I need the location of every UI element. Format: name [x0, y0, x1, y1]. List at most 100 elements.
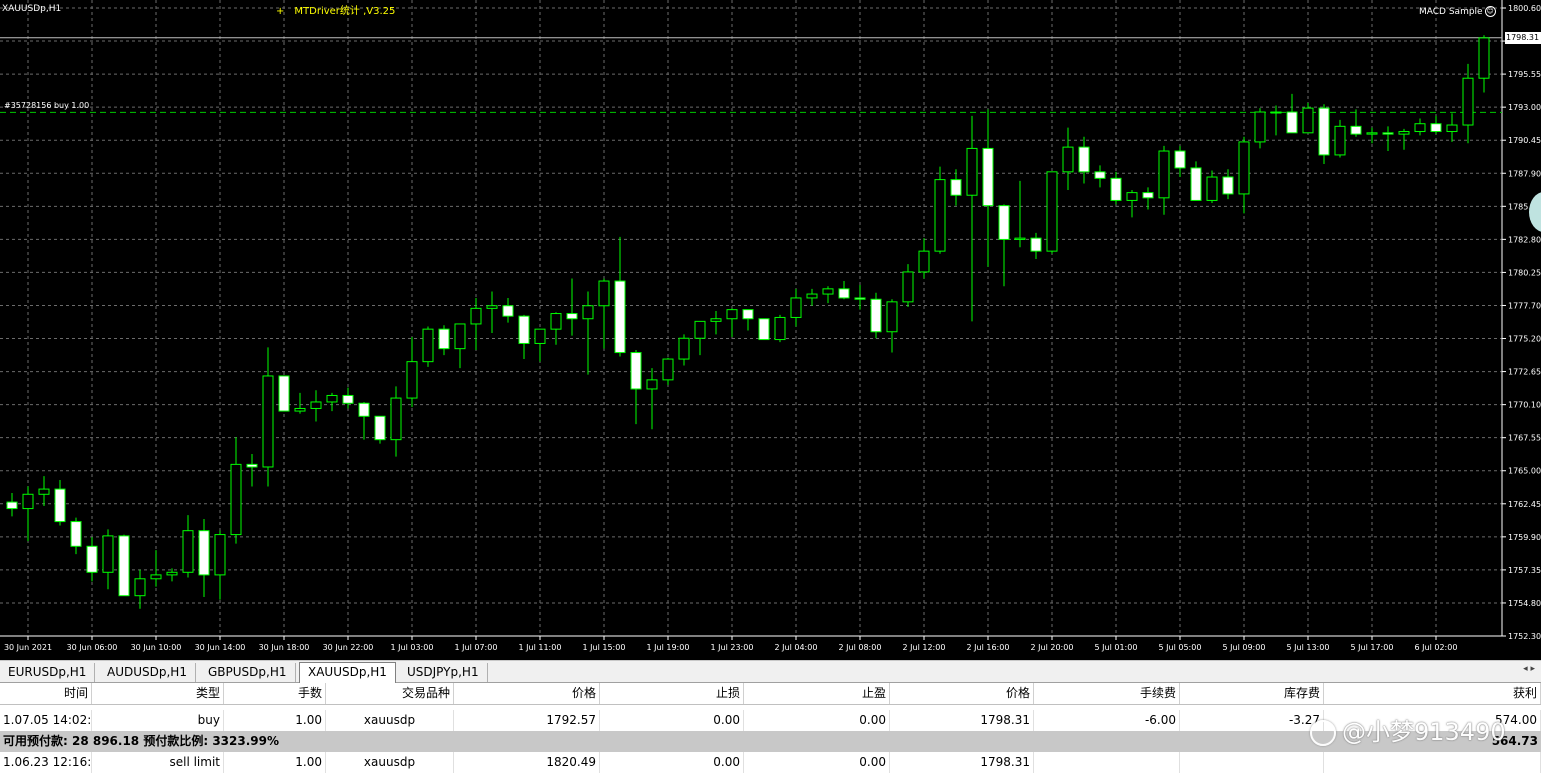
candle-body [934, 179, 946, 252]
cell-type: buy [92, 710, 224, 731]
tab-gbpusdp[interactable]: GBPUSDp,H1 [200, 663, 296, 682]
candle-body [326, 394, 338, 403]
candle-body [598, 280, 610, 307]
candle-body [470, 307, 482, 325]
cell-takeprofit: 0.00 [744, 752, 890, 773]
candle-body [1046, 171, 1058, 252]
col-time[interactable]: 时间 [0, 683, 92, 704]
price-axis-label: 1762.45 [1508, 500, 1541, 509]
tab-xauusdp[interactable]: XAUUSDp,H1 [299, 662, 396, 684]
chart-symbol-label: XAUUSDp,H1 [2, 4, 62, 14]
time-axis-label: 30 Jun 14:00 [195, 643, 246, 652]
price-axis-label: 1795.55 [1508, 70, 1541, 79]
macd-sample-text: MACD Sample [1419, 7, 1483, 17]
time-axis-label: 30 Jun 06:00 [67, 643, 118, 652]
time-axis-label: 1 Jul 11:00 [519, 643, 562, 652]
candle-body [710, 318, 722, 322]
candle-body [182, 530, 194, 573]
candle-body [774, 316, 786, 341]
cell-time: 1.07.05 14:02:12 [0, 710, 92, 731]
time-axis-label: 30 Jun 2021 [4, 643, 52, 652]
candle-body [1254, 111, 1266, 143]
price-axis-label: 1790.45 [1508, 136, 1541, 145]
price-axis-label: 1780.25 [1508, 268, 1541, 277]
candle-body [246, 463, 258, 468]
cell-symbol: xauusdp [326, 752, 454, 773]
cell-commission: -6.00 [1034, 710, 1180, 731]
watermark: @小梦913490 [1310, 712, 1506, 747]
col-type[interactable]: 类型 [92, 683, 224, 704]
cell-type: sell limit [92, 752, 224, 773]
col-stoploss[interactable]: 止损 [600, 683, 744, 704]
candle-body [614, 280, 626, 354]
cell-commission [1034, 752, 1180, 773]
macd-sample-label[interactable]: MACD Sample ☺ [1419, 6, 1496, 17]
candle-body [1334, 125, 1346, 156]
candle-body [1014, 237, 1026, 240]
candle-body [278, 375, 290, 412]
candle-body [118, 535, 130, 597]
col-current-price[interactable]: 价格 [890, 683, 1034, 704]
col-profit[interactable]: 获利 [1324, 683, 1541, 704]
candle-body [550, 313, 562, 330]
candle-body [1174, 150, 1186, 169]
candle-body [998, 205, 1010, 240]
tab-scroll-arrows-icon[interactable]: ◂ ▸ [1523, 664, 1535, 674]
candle-body [486, 305, 498, 309]
candle-body [1222, 176, 1234, 195]
candle-body [1094, 171, 1106, 179]
cell-lots: 1.00 [224, 710, 326, 731]
cell-takeprofit: 0.00 [744, 710, 890, 731]
table-header: 时间 类型 手数 交易品种 价格 止损 止盈 价格 手续费 库存费 获利 [0, 683, 1541, 705]
candle-body [1078, 146, 1090, 173]
time-axis-label: 6 Jul 02:00 [1415, 643, 1458, 652]
price-axis-label: 1775.20 [1508, 335, 1541, 344]
cell-current-price: 1798.31 [890, 710, 1034, 731]
candlestick-chart[interactable]: 1800.601797.901795.551793.001790.451787.… [0, 0, 1541, 660]
candle-body [982, 147, 994, 207]
cell-stoploss: 0.00 [600, 710, 744, 731]
tab-usdjpyp[interactable]: USDJPYp,H1 [399, 663, 488, 682]
time-axis-label: 2 Jul 20:00 [1031, 643, 1074, 652]
time-axis-label: 30 Jun 22:00 [323, 643, 374, 652]
col-lots[interactable]: 手数 [224, 683, 326, 704]
cell-stoploss: 0.00 [600, 752, 744, 773]
candle-body [374, 415, 386, 441]
candle-body [1366, 132, 1378, 135]
col-commission[interactable]: 手续费 [1034, 683, 1180, 704]
price-axis-label: 1765.00 [1508, 467, 1541, 476]
table-row[interactable]: 1.06.23 12:16:43 sell limit 1.00 xauusdp… [0, 752, 1541, 773]
ea-name: MTDriver统计 ,V3.25 [294, 6, 396, 17]
candle-body [534, 328, 546, 344]
candle-body [390, 397, 402, 441]
time-axis-label: 5 Jul 05:00 [1159, 643, 1202, 652]
candle-body [70, 521, 82, 547]
candle-body [102, 535, 114, 573]
cell-lots: 1.00 [224, 752, 326, 773]
time-axis-label: 1 Jul 07:00 [455, 643, 498, 652]
candle-body [1190, 167, 1202, 201]
candle-body [502, 305, 514, 317]
col-swap[interactable]: 库存费 [1180, 683, 1324, 704]
price-axis-label: 1757.35 [1508, 566, 1541, 575]
candle-body [406, 361, 418, 399]
chart-area[interactable]: 1800.601797.901795.551793.001790.451787.… [0, 0, 1541, 660]
candle-body [214, 534, 226, 576]
col-symbol[interactable]: 交易品种 [326, 683, 454, 704]
candle-body [1478, 37, 1490, 79]
candle-body [1062, 146, 1074, 173]
tab-audusdp[interactable]: AUDUSDp,H1 [99, 663, 196, 682]
candle-body [422, 328, 434, 363]
col-takeprofit[interactable]: 止盈 [744, 683, 890, 704]
price-axis-label: 1752.30 [1508, 632, 1541, 641]
expert-advisor-label: + MTDriver统计 ,V3.25 [276, 2, 395, 17]
candle-body [166, 571, 178, 576]
cell-price: 1820.49 [454, 752, 600, 773]
time-axis-label: 1 Jul 15:00 [583, 643, 626, 652]
candle-body [902, 271, 914, 303]
col-price[interactable]: 价格 [454, 683, 600, 704]
cell-swap [1180, 752, 1324, 773]
order-line-label[interactable]: #35728156 buy 1.00 [4, 101, 89, 110]
candle-body [1430, 123, 1442, 133]
tab-eurusdp[interactable]: EURUSDp,H1 [0, 663, 96, 682]
